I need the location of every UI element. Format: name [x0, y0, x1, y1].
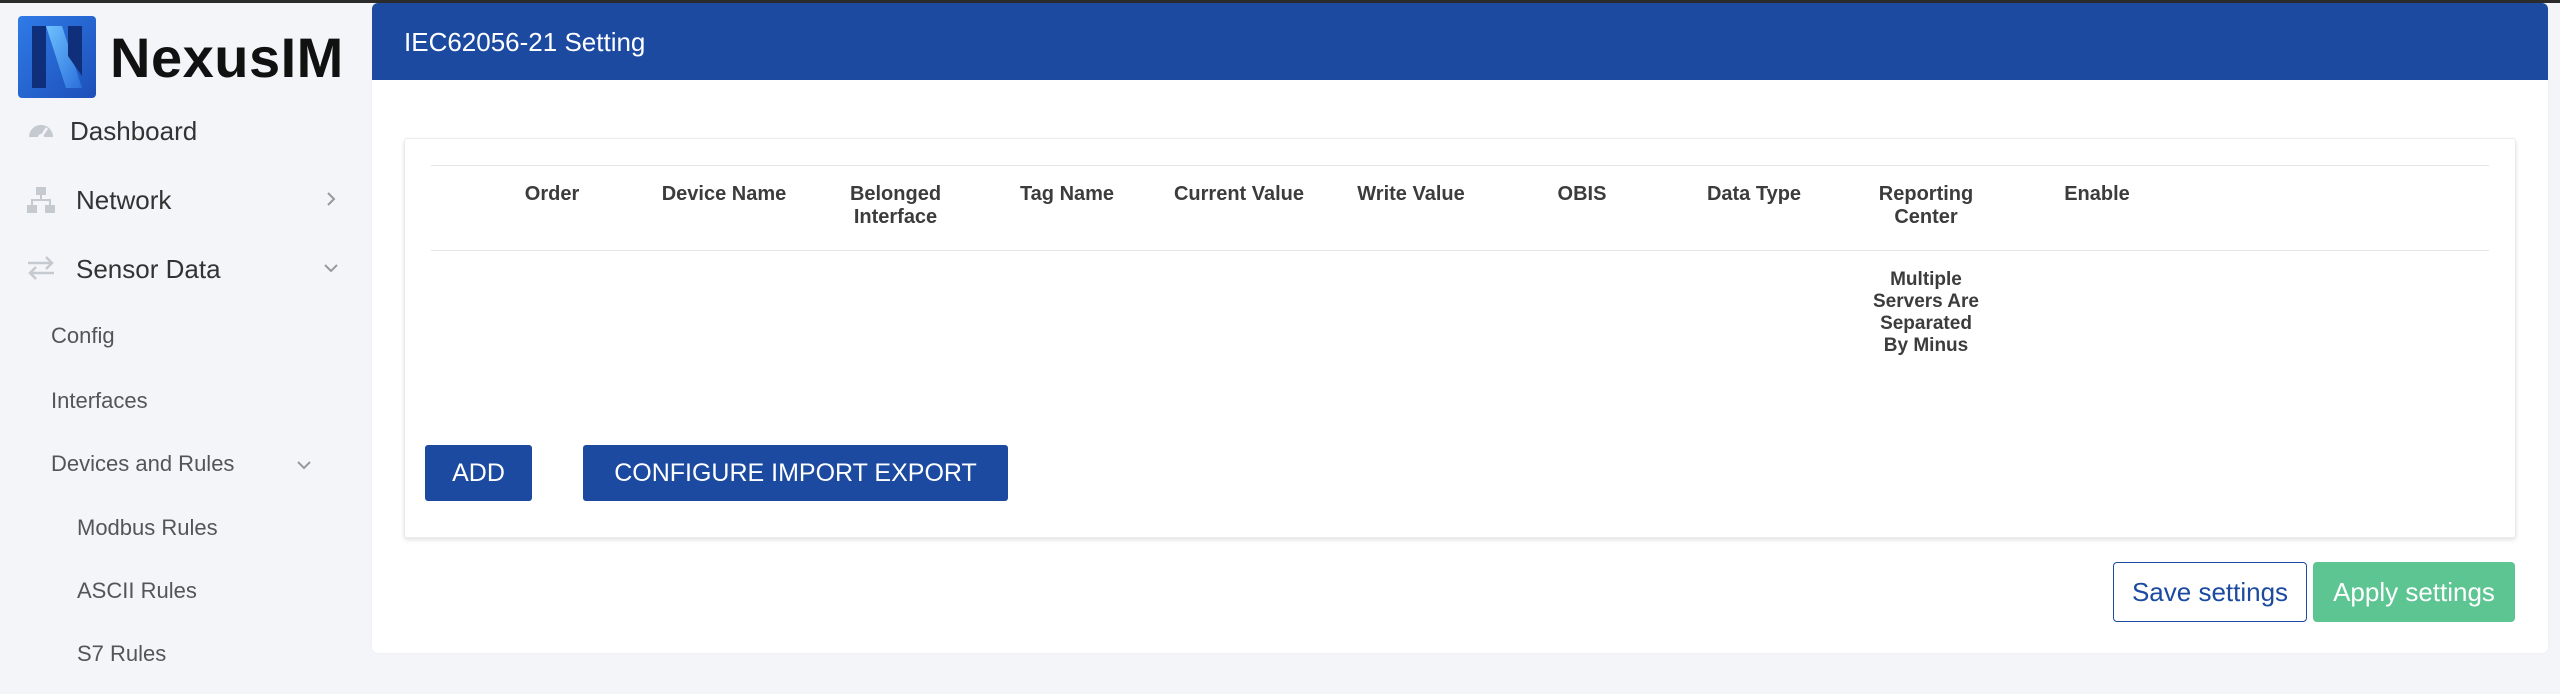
- sidebar-item-interfaces[interactable]: Interfaces: [51, 388, 148, 414]
- sidebar-item-label: Dashboard: [70, 116, 198, 146]
- chevron-right-icon: [327, 192, 336, 206]
- table-header-divider: [431, 250, 2489, 251]
- gauge-icon: [29, 125, 53, 140]
- sidebar: NexusIM Dashboard Network Sensor Data Co…: [0, 3, 356, 694]
- sidebar-item-label: Sensor Data: [76, 254, 221, 284]
- column-header-tag-name: Tag Name: [1019, 183, 1115, 205]
- configure-import-export-button[interactable]: CONFIGURE IMPORT EXPORT: [583, 445, 1008, 501]
- rules-table: Order Device Name Belonged Interface Tag…: [404, 138, 2516, 538]
- brand-logo[interactable]: NexusIM: [18, 15, 344, 99]
- nexusim-logo-icon: [18, 16, 96, 98]
- column-header-device-name: Device Name: [661, 183, 787, 205]
- sidebar-item-modbus-rules[interactable]: Modbus Rules: [77, 515, 218, 541]
- network-icon: [27, 187, 55, 213]
- chevron-down-icon: [297, 461, 311, 470]
- column-header-current-value: Current Value: [1173, 183, 1305, 205]
- sidebar-item-label: Network: [76, 185, 172, 215]
- swap-arrows-icon: [28, 256, 54, 280]
- sidebar-item-label: Devices and Rules: [51, 451, 235, 476]
- column-header-obis: OBIS: [1557, 183, 1607, 205]
- column-header-write-value: Write Value: [1357, 183, 1465, 205]
- column-header-reporting-center: Reporting Center: [1878, 183, 1974, 228]
- reporting-center-hint: Multiple Servers Are Separated By Minus: [1873, 269, 1979, 356]
- sidebar-item-config[interactable]: Config: [51, 323, 115, 349]
- table-top-divider: [431, 165, 2489, 166]
- add-button[interactable]: ADD: [425, 445, 532, 501]
- column-header-data-type: Data Type: [1706, 183, 1802, 205]
- apply-settings-button[interactable]: Apply settings: [2313, 562, 2515, 622]
- brand-name: NexusIM: [110, 25, 344, 89]
- save-settings-button[interactable]: Save settings: [2113, 562, 2307, 622]
- main-panel: IEC62056-21 Setting Order Device Name Be…: [372, 3, 2548, 653]
- sidebar-item-ascii-rules[interactable]: ASCII Rules: [77, 578, 197, 604]
- page-header: IEC62056-21 Setting: [372, 3, 2548, 80]
- column-header-order: Order: [524, 183, 580, 205]
- column-header-belonged-interface: Belonged Interface: [849, 183, 942, 228]
- sidebar-item-s7-rules[interactable]: S7 Rules: [77, 641, 166, 667]
- page-title: IEC62056-21 Setting: [404, 27, 646, 57]
- column-header-enable: Enable: [2064, 183, 2130, 205]
- chevron-down-icon: [324, 264, 338, 273]
